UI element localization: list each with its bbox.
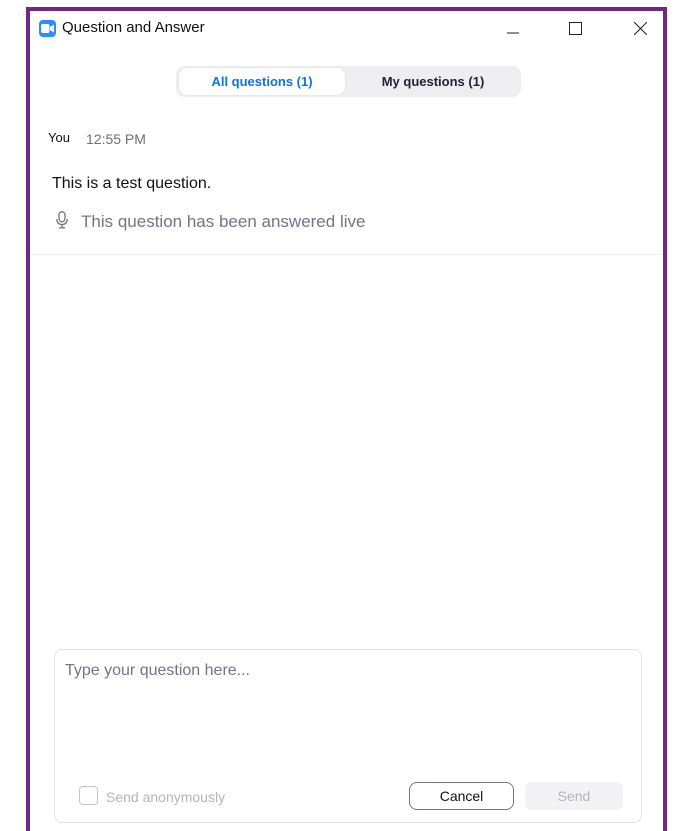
question-timestamp: 12:55 PM (86, 131, 146, 147)
question-filter-tabs: All questions (1) My questions (1) (176, 66, 521, 97)
qa-window: Question and Answer All questions (1) My… (26, 7, 667, 831)
minimize-button[interactable] (490, 11, 536, 45)
send-anonymously-checkbox[interactable] (79, 786, 98, 805)
cancel-button[interactable]: Cancel (409, 782, 514, 810)
maximize-icon (569, 22, 582, 35)
send-button[interactable]: Send (525, 782, 623, 810)
send-anonymously-label: Send anonymously (106, 789, 226, 805)
question-text: This is a test question. (52, 175, 212, 192)
close-icon (634, 22, 647, 35)
tab-my-questions[interactable]: My questions (1) (348, 68, 518, 95)
question-author: You (48, 130, 70, 145)
divider (30, 254, 663, 255)
window-title: Question and Answer (62, 19, 205, 36)
microphone-icon (56, 211, 68, 229)
answered-live-status: This question has been answered live (81, 212, 366, 231)
question-compose-box: Send anonymously Cancel Send (54, 649, 642, 823)
zoom-camera-icon (39, 20, 56, 37)
question-input[interactable] (65, 658, 625, 758)
maximize-button[interactable] (552, 11, 598, 45)
minimize-icon (507, 32, 519, 34)
title-bar[interactable]: Question and Answer (30, 11, 663, 45)
close-button[interactable] (617, 11, 663, 45)
tab-all-questions[interactable]: All questions (1) (179, 68, 345, 95)
